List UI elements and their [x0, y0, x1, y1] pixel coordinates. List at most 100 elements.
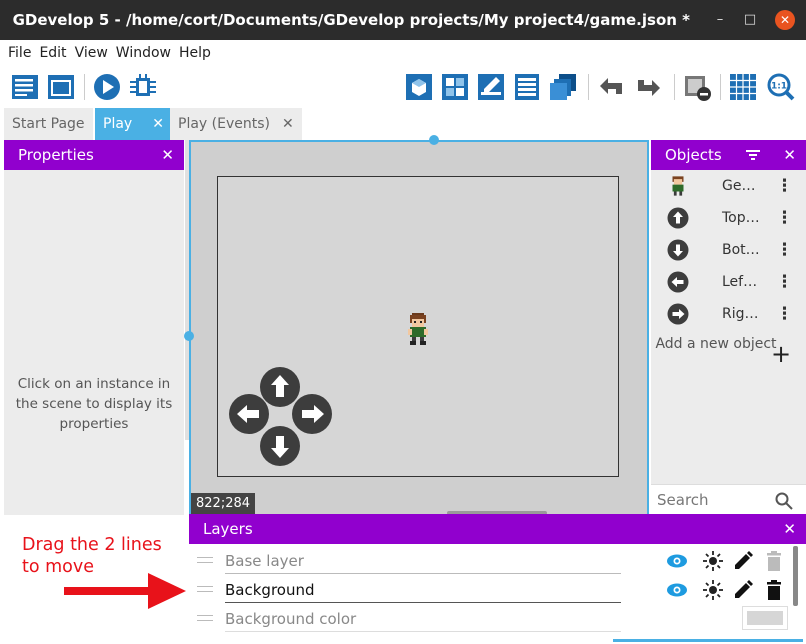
menu-edit[interactable]: Edit	[35, 40, 70, 66]
close-panel-icon[interactable]: ✕	[783, 140, 796, 170]
background-color-label: Background color	[225, 606, 621, 632]
project-manager-icon[interactable]	[10, 72, 40, 102]
tab-label: Start Page	[12, 116, 85, 132]
menu-bar: File Edit View Window Help	[0, 40, 806, 66]
menu-help[interactable]: Help	[175, 40, 215, 66]
background-color-swatch[interactable]	[742, 606, 788, 630]
preview-play-icon[interactable]	[92, 72, 122, 102]
object-search-input[interactable]: Search	[651, 484, 806, 514]
resize-handle-left[interactable]	[184, 331, 194, 341]
annotation-arrow	[64, 573, 186, 609]
object-item[interactable]: Bot… ⋮	[651, 234, 806, 266]
character-sprite-icon	[672, 176, 684, 196]
search-icon	[775, 492, 793, 510]
object-item[interactable]: Rig… ⋮	[651, 298, 806, 330]
undo-icon[interactable]	[596, 72, 626, 102]
filter-icon[interactable]	[746, 149, 760, 161]
lighting-effects-icon[interactable]	[702, 579, 724, 601]
character-sprite-instance[interactable]	[404, 313, 432, 345]
drag-handle-icon[interactable]	[197, 557, 213, 563]
tab-label: Play	[103, 116, 133, 132]
svg-text:1:1: 1:1	[771, 82, 787, 92]
toolbar: 1:1	[0, 66, 806, 108]
layer-row: Base layer	[189, 546, 794, 574]
drag-handle-icon[interactable]	[197, 586, 213, 592]
trash-icon[interactable]	[763, 579, 785, 601]
menu-view[interactable]: View	[71, 40, 112, 66]
object-item[interactable]: Lef… ⋮	[651, 266, 806, 298]
layer-row: Background	[189, 575, 794, 603]
properties-header: Properties ✕	[4, 140, 184, 170]
object-menu-icon[interactable]: ⋮	[776, 170, 793, 202]
object-menu-icon[interactable]: ⋮	[776, 298, 793, 330]
edit-pencil-icon[interactable]	[732, 550, 754, 572]
panel-title: Layers	[203, 520, 253, 538]
layer-name[interactable]: Base layer	[225, 548, 621, 574]
cursor-coordinates: 822;284	[191, 493, 256, 514]
debugger-icon[interactable]	[128, 72, 158, 102]
menu-window[interactable]: Window	[112, 40, 175, 66]
panel-title: Objects	[665, 146, 722, 164]
object-name: Ge…	[722, 178, 756, 194]
layers-header: Layers ✕	[189, 514, 806, 544]
zoom-reset-icon[interactable]: 1:1	[766, 72, 796, 102]
object-item[interactable]: Ge… ⋮	[651, 170, 806, 202]
layers-icon[interactable]	[548, 72, 578, 102]
down-arrow-button-instance[interactable]	[258, 424, 302, 468]
object-item[interactable]: Top… ⋮	[651, 202, 806, 234]
lighting-effects-icon[interactable]	[702, 550, 724, 572]
close-panel-icon[interactable]: ✕	[783, 514, 796, 544]
visibility-eye-icon[interactable]	[666, 550, 688, 572]
instances-list-icon[interactable]	[512, 72, 542, 102]
visibility-eye-icon[interactable]	[666, 579, 688, 601]
properties-panel: Properties ✕ Click on an instance in the…	[4, 140, 184, 515]
arrow-down-icon	[667, 239, 689, 261]
resize-handle-top[interactable]	[429, 135, 439, 145]
close-tab-icon[interactable]: ✕	[152, 116, 164, 132]
layer-name[interactable]: Background	[225, 577, 621, 603]
object-editor-icon[interactable]	[404, 72, 434, 102]
edit-pencil-icon[interactable]	[732, 579, 754, 601]
redo-icon[interactable]	[634, 72, 664, 102]
maximize-button[interactable]: □	[740, 10, 760, 30]
tab-play[interactable]: Play ✕	[95, 108, 172, 140]
tab-play-events[interactable]: Play (Events) ✕	[170, 108, 302, 140]
arrow-right-icon	[667, 303, 689, 325]
tab-start-page[interactable]: Start Page	[4, 108, 93, 140]
close-panel-icon[interactable]: ✕	[161, 140, 174, 170]
properties-empty-message: Click on an instance in the scene to dis…	[15, 376, 173, 432]
game-window-area	[217, 176, 619, 477]
minimize-button[interactable]: –	[710, 10, 730, 30]
object-menu-icon[interactable]: ⋮	[776, 266, 793, 298]
objects-panel: Objects ✕ Ge… ⋮ Top… ⋮ Bot… ⋮ Lef… ⋮ Rig…	[651, 140, 806, 515]
trash-icon[interactable]	[763, 550, 785, 572]
arrow-left-icon	[667, 271, 689, 293]
object-name: Top…	[722, 210, 760, 226]
panel-title: Properties	[18, 146, 94, 164]
objects-header: Objects ✕	[651, 140, 806, 170]
grid-icon[interactable]	[728, 72, 758, 102]
object-name: Lef…	[722, 274, 758, 290]
scene-icon[interactable]	[46, 72, 76, 102]
layers-panel: Layers ✕ Base layer Background Backgroun…	[189, 514, 806, 644]
add-object-button[interactable]: +	[771, 340, 791, 368]
object-menu-icon[interactable]: ⋮	[776, 234, 793, 266]
properties-edit-icon[interactable]	[476, 72, 506, 102]
object-menu-icon[interactable]: ⋮	[776, 202, 793, 234]
window-title: GDevelop 5 - /home/cort/Documents/GDevel…	[12, 11, 690, 29]
scene-editor-canvas[interactable]: 822;284	[189, 140, 649, 515]
layers-scrollbar[interactable]	[793, 546, 798, 606]
close-window-button[interactable]: ✕	[775, 10, 795, 30]
object-name: Bot…	[722, 242, 760, 258]
arrow-up-icon	[667, 207, 689, 229]
search-placeholder: Search	[657, 491, 709, 509]
add-object-label[interactable]: Add a new object	[651, 334, 781, 354]
menu-file[interactable]: File	[0, 40, 35, 66]
drag-handle-icon	[197, 615, 213, 621]
object-name: Rig…	[722, 306, 759, 322]
focus-indicator	[613, 639, 803, 642]
close-tab-icon[interactable]: ✕	[282, 116, 294, 132]
object-groups-icon[interactable]	[440, 72, 470, 102]
delete-instance-icon[interactable]	[682, 72, 712, 102]
layer-row: Background color	[189, 604, 794, 632]
